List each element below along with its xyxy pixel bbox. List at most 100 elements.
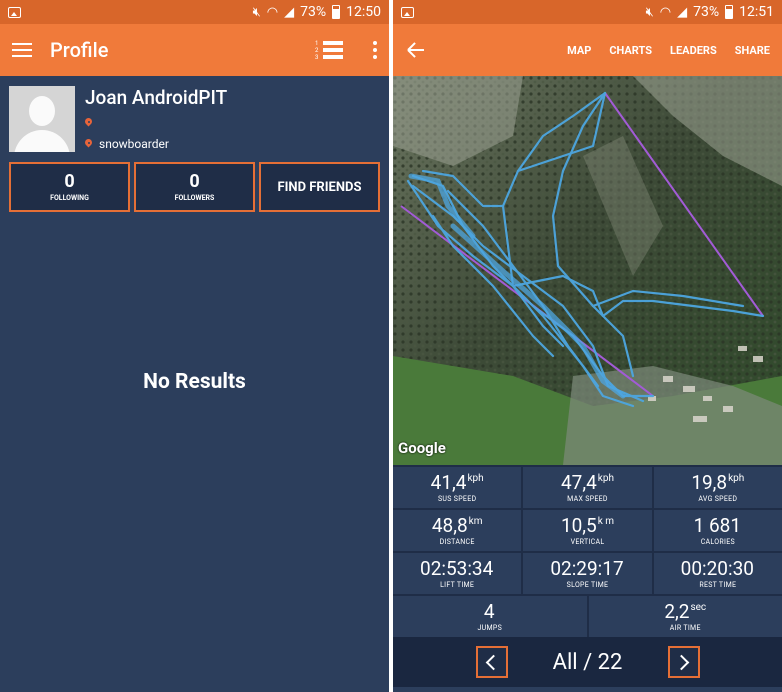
stat-value: 48,8 (431, 513, 468, 537)
stat-value: 10,5 (560, 513, 597, 537)
chevron-left-icon (485, 654, 502, 670)
stat-unit: kph (728, 472, 745, 484)
jumps-stat: 4 JUMPS (393, 596, 587, 637)
empty-state-message: No Results (143, 370, 246, 394)
stat-label: AVG SPEED (698, 494, 738, 503)
stat-value: 4 (483, 599, 495, 623)
mute-icon: 🔇︎ (252, 4, 261, 20)
stats-row: 41,4 kph SUS SPEED 47,4 kph MAX SPEED 19,8… (393, 467, 782, 508)
overflow-menu-icon[interactable] (373, 41, 377, 59)
following-button[interactable]: 0 FOLLOWING (9, 162, 130, 212)
stat-unit: k m (597, 515, 615, 527)
share-link[interactable]: SHARE (735, 44, 770, 57)
menu-icon[interactable] (12, 43, 32, 57)
distance-stat: 48,8 km DISTANCE (393, 510, 522, 551)
clock: 12:51 (739, 4, 774, 20)
stat-label: LIFT TIME (440, 580, 475, 589)
profile-header: Joan AndroidPIT snowboarder (0, 76, 389, 152)
social-stats: 0 FOLLOWING 0 FOLLOWERS FIND FRIENDS (0, 152, 389, 212)
stat-label: JUMPS (477, 623, 503, 632)
calories-stat: 1 681 CALORIES (653, 510, 782, 551)
stat-label: REST TIME (699, 580, 737, 589)
google-logo: Google (398, 439, 446, 457)
max-speed-stat: 47,4 kph MAX SPEED (523, 467, 652, 508)
stat-value: 41,4 (430, 470, 467, 494)
map-link[interactable]: MAP (567, 44, 591, 57)
next-button[interactable] (667, 646, 700, 678)
role-row: snowboarder (85, 137, 227, 151)
battery-percent: 73% (300, 4, 327, 20)
track-map[interactable]: Google (393, 76, 782, 465)
image-notification-icon (8, 6, 21, 18)
profile-name: Joan AndroidPIT (85, 86, 228, 109)
page-title: Profile (50, 38, 109, 62)
stats-grid: 41,4 kph SUS SPEED 47,4 kph MAX SPEED 19,8… (393, 465, 782, 637)
satellite-map-image (393, 76, 782, 465)
run-pager: All / 22 (393, 637, 782, 687)
wifi-icon: ◠ (266, 4, 279, 20)
stat-unit: kph (597, 472, 614, 484)
stats-row: 4 JUMPS 2,2 sec AIR TIME (393, 596, 782, 637)
location-row (85, 116, 227, 130)
wifi-icon: ◠ (659, 4, 672, 20)
location-pin-icon (85, 139, 92, 149)
stat-label: MAX SPEED (567, 494, 608, 503)
stat-value: 00:20:30 (680, 556, 754, 580)
followers-count: 0 (189, 171, 200, 192)
battery-icon (725, 5, 734, 19)
battery-icon (332, 5, 341, 19)
stat-label: VERTICAL (570, 537, 605, 546)
stats-row: 02:53:34 LIFT TIME 02:29:17 SLOPE TIME 0… (393, 553, 782, 594)
avg-speed-stat: 19,8 kph AVG SPEED (653, 467, 782, 508)
run-stats-screen: 🔇︎ ◠ ◢ 73% 12:51 MAP CHARTS LEADERS SHAR… (393, 0, 782, 692)
slope-time-stat: 02:29:17 SLOPE TIME (523, 553, 652, 594)
stat-label: SUS SPEED (437, 494, 477, 503)
battery-percent: 73% (693, 4, 720, 20)
action-links: MAP CHARTS LEADERS SHARE (567, 44, 770, 57)
air-time-stat: 2,2 sec AIR TIME (588, 596, 782, 637)
stat-value: 02:29:17 (550, 556, 624, 580)
signal-icon: ◢ (677, 4, 688, 20)
status-bar: 🔇︎ ◠ ◢ 73% 12:51 (393, 0, 782, 24)
image-notification-icon (401, 6, 414, 18)
stat-unit: kph (467, 472, 484, 484)
stat-value: 2,2 (664, 599, 690, 623)
role-text: snowboarder (99, 137, 169, 151)
profile-screen: 🔇︎ ◠ ◢ 73% 12:50 Profile 1 2 3 Joan Andr… (0, 0, 389, 692)
stat-label: SLOPE TIME (566, 580, 609, 589)
pager-label: All / 22 (552, 649, 623, 675)
following-label: FOLLOWING (50, 194, 89, 202)
signal-icon: ◢ (284, 4, 295, 20)
avatar[interactable] (9, 86, 75, 152)
app-bar: Profile 1 2 3 (0, 24, 389, 76)
rest-time-stat: 00:20:30 REST TIME (653, 553, 782, 594)
stat-label: CALORIES (700, 537, 735, 546)
chevron-right-icon (673, 654, 690, 670)
status-bar: 🔇︎ ◠ ◢ 73% 12:50 (0, 0, 389, 24)
lift-time-stat: 02:53:34 LIFT TIME (393, 553, 522, 594)
location-pin-icon (85, 118, 92, 128)
stat-label: DISTANCE (439, 537, 475, 546)
stat-unit: sec (690, 601, 707, 613)
ranked-list-icon[interactable]: 1 2 3 (315, 40, 343, 61)
vertical-stat: 10,5 k m VERTICAL (523, 510, 652, 551)
sus-speed-stat: 41,4 kph SUS SPEED (393, 467, 522, 508)
app-bar: MAP CHARTS LEADERS SHARE (393, 24, 782, 76)
mute-icon: 🔇︎ (645, 4, 654, 20)
stat-value: 47,4 (561, 470, 597, 494)
stat-value: 1 681 (693, 513, 742, 537)
back-arrow-icon[interactable] (407, 41, 425, 59)
stat-value: 19,8 (691, 470, 728, 494)
leaders-link[interactable]: LEADERS (670, 44, 717, 57)
stat-label: AIR TIME (669, 623, 701, 632)
clock: 12:50 (346, 4, 381, 20)
charts-link[interactable]: CHARTS (609, 44, 652, 57)
stat-unit: km (468, 515, 483, 527)
followers-button[interactable]: 0 FOLLOWERS (134, 162, 255, 212)
stat-value: 02:53:34 (420, 556, 494, 580)
stats-row: 48,8 km DISTANCE 10,5 k m VERTICAL 1 681 C… (393, 510, 782, 551)
following-count: 0 (64, 171, 75, 192)
find-friends-button[interactable]: FIND FRIENDS (259, 162, 380, 212)
previous-button[interactable] (475, 646, 508, 678)
followers-label: FOLLOWERS (174, 194, 215, 202)
